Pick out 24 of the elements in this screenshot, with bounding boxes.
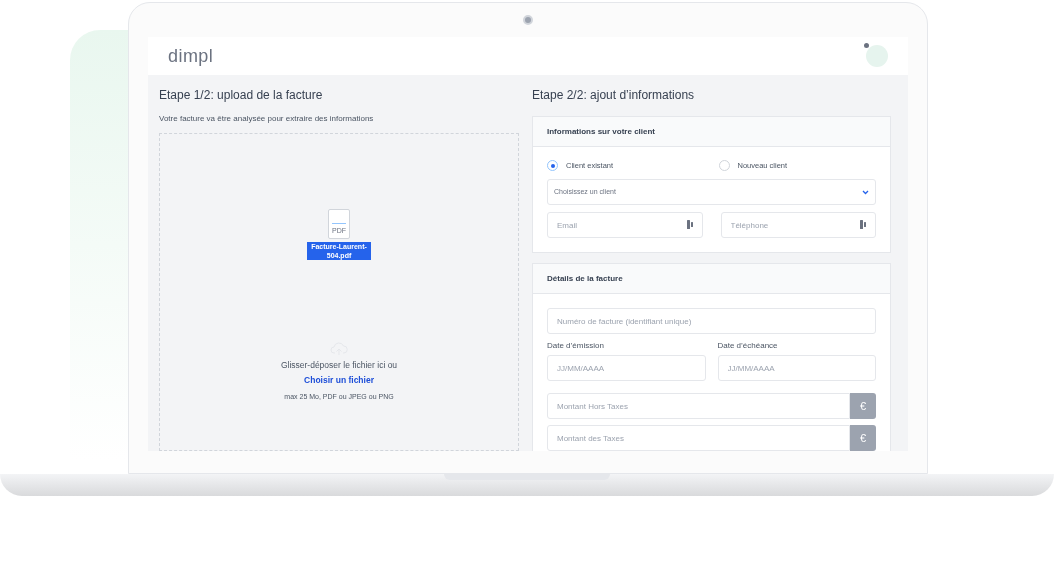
input-field[interactable]: Numéro de facture (identifiant unique) [547, 308, 876, 334]
dropzone-prompt: Glisser-déposer le fichier ici ou [280, 359, 398, 372]
field-label: Date d’échéance [717, 340, 779, 352]
card-title: Informations sur votre client [547, 125, 656, 138]
input-field[interactable]: Téléphone [720, 212, 876, 238]
camera-icon [523, 15, 533, 25]
currency-addon: € [850, 425, 876, 451]
avatar[interactable] [866, 45, 888, 67]
logo[interactable]: dimpl [168, 42, 214, 70]
contact-icon [686, 220, 694, 229]
contact-icon [860, 220, 867, 229]
choose-file-link[interactable]: Choisir un fichier [304, 373, 374, 387]
input-field[interactable]: Montant des Taxes [547, 425, 850, 451]
card-title: Détails de la facture [547, 272, 623, 285]
field-label: Date d’émission [547, 340, 605, 352]
input-field[interactable]: JJ/MM/AAAA [717, 355, 876, 381]
input-field[interactable]: JJ/MM/AAAA [547, 355, 706, 381]
input-field[interactable]: Montant Hors Taxes [547, 393, 850, 419]
section-title: Etape 1/2: upload de la facture [159, 87, 324, 104]
section-subtitle: Votre facture va être analysée pour extraire des informations [159, 113, 375, 125]
input-field[interactable]: Email [547, 212, 703, 238]
chevron-down-icon [862, 189, 869, 195]
currency-addon: € [850, 393, 876, 419]
section-title: Etape 2/2: ajout d’informations [532, 87, 696, 104]
